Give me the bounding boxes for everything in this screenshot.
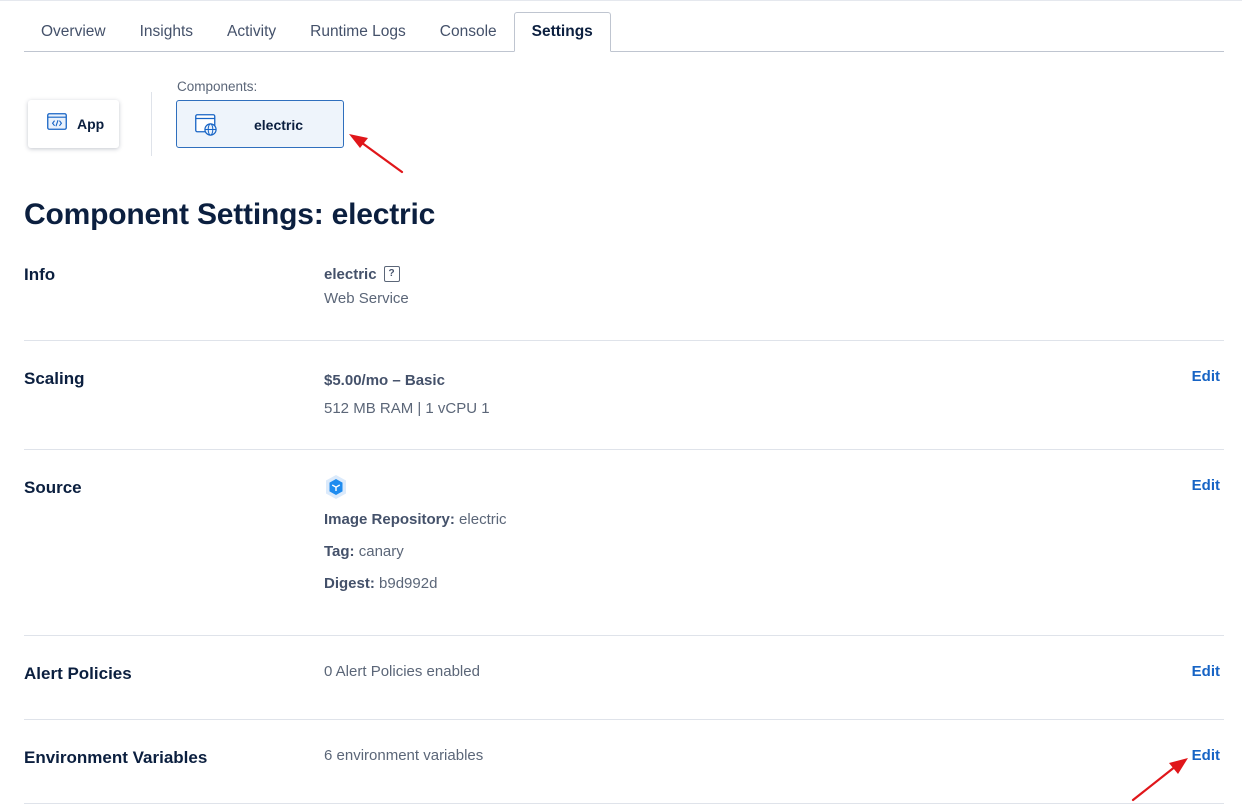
section-divider <box>24 635 1224 636</box>
tab-activity[interactable]: Activity <box>210 13 293 51</box>
env-vars-edit-button[interactable]: Edit <box>1192 747 1220 764</box>
web-service-globe-icon <box>195 114 219 141</box>
alert-policies-title: Alert Policies <box>24 664 132 683</box>
tag-label: Tag: <box>324 543 355 560</box>
scaling-specs: 512 MB RAM | 1 vCPU 1 <box>324 400 490 417</box>
container-registry-icon <box>324 474 507 504</box>
code-window-icon <box>47 113 67 135</box>
env-vars-section: Environment Variables 6 environment vari… <box>24 745 1224 785</box>
tab-bar: Overview Insights Activity Runtime Logs … <box>24 12 1224 52</box>
alert-policies-summary: 0 Alert Policies enabled <box>324 663 480 680</box>
alert-policies-section: Alert Policies 0 Alert Policies enabled … <box>24 661 1224 701</box>
scaling-edit-button[interactable]: Edit <box>1192 368 1220 385</box>
annotation-arrow <box>1131 758 1188 802</box>
section-divider <box>24 340 1224 341</box>
scaling-section: Scaling $5.00/mo – Basic 512 MB RAM | 1 … <box>24 366 1224 436</box>
env-vars-summary: 6 environment variables <box>324 747 484 764</box>
source-title: Source <box>24 478 82 497</box>
app-component-card[interactable]: App <box>28 100 119 148</box>
help-icon[interactable]: ? <box>383 265 400 282</box>
page-title: Component Settings: electric <box>24 198 436 231</box>
component-name: electric <box>324 266 377 283</box>
alert-policies-edit-button[interactable]: Edit <box>1192 663 1220 680</box>
source-content: Image Repository: electric Tag: canary D… <box>324 474 507 600</box>
info-title: Info <box>24 265 56 284</box>
scaling-content: $5.00/mo – Basic 512 MB RAM | 1 vCPU 1 <box>324 367 490 423</box>
digest-value: b9d992d <box>379 575 438 592</box>
section-divider <box>24 719 1224 720</box>
info-content: electric? Web Service <box>324 263 409 311</box>
env-vars-title: Environment Variables <box>24 748 208 767</box>
component-card-label: electric <box>254 117 304 133</box>
top-border <box>0 0 1242 1</box>
annotation-arrow <box>349 134 404 174</box>
tab-runtime-logs[interactable]: Runtime Logs <box>293 13 423 51</box>
section-divider <box>24 449 1224 450</box>
info-section: Info electric? Web Service <box>24 262 1224 332</box>
tab-insights[interactable]: Insights <box>123 13 210 51</box>
scaling-plan: $5.00/mo – Basic <box>324 372 445 389</box>
app-card-label: App <box>77 116 105 132</box>
component-card-electric[interactable]: electric <box>176 100 344 148</box>
tag-value: canary <box>358 543 404 560</box>
digest-label: Digest: <box>324 575 375 592</box>
section-divider <box>24 803 1224 804</box>
source-section: Source Image Repository: electric Tag: c… <box>24 474 1224 614</box>
repo-label: Image Repository: <box>324 511 455 528</box>
tab-overview[interactable]: Overview <box>24 13 123 51</box>
vertical-divider <box>151 92 152 156</box>
repo-value: electric <box>459 511 507 528</box>
source-edit-button[interactable]: Edit <box>1192 477 1220 494</box>
scaling-title: Scaling <box>24 369 85 388</box>
component-type: Web Service <box>324 290 409 307</box>
tab-console[interactable]: Console <box>423 13 514 51</box>
components-label: Components: <box>177 79 258 94</box>
tab-settings[interactable]: Settings <box>513 12 611 52</box>
